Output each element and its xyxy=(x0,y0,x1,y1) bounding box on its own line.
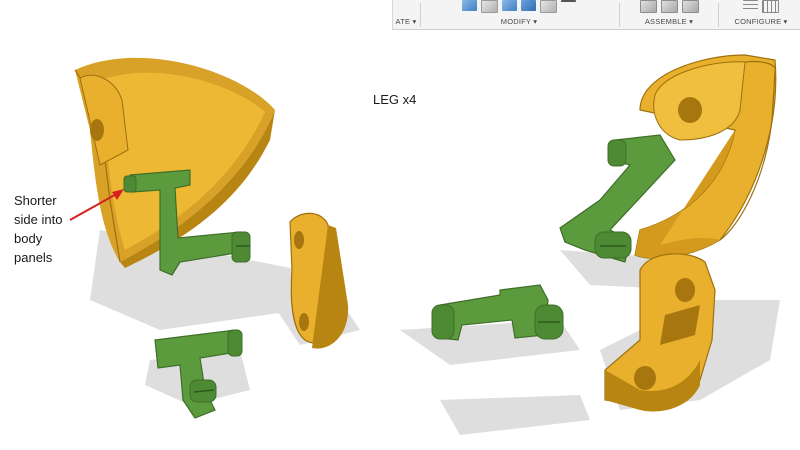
separator xyxy=(619,3,620,27)
create-menu-label[interactable]: ATE ▾ xyxy=(393,17,419,26)
new-component-icon[interactable] xyxy=(639,0,657,13)
callout-line: Shorter xyxy=(14,193,57,208)
leg-count-label: LEG x4 xyxy=(373,92,417,107)
leg-link-center xyxy=(289,212,349,349)
assemble-group[interactable]: ASSEMBLE ▾ xyxy=(623,0,715,30)
press-pull-icon[interactable] xyxy=(462,0,477,11)
callout-text: Shorter side into body panels xyxy=(14,191,62,267)
move-icon[interactable] xyxy=(561,0,576,13)
modify-menu-label[interactable]: MODIFY ▾ xyxy=(423,17,615,26)
modify-group[interactable]: MODIFY ▾ xyxy=(423,0,615,30)
fillet-icon[interactable] xyxy=(481,0,498,13)
configure-group[interactable]: CONFIGURE ▾ xyxy=(721,0,800,30)
as-built-joint-icon[interactable] xyxy=(681,0,699,13)
separator xyxy=(420,3,421,27)
callout-line: panels xyxy=(14,250,53,265)
create-group[interactable]: ATE ▾ xyxy=(393,0,419,30)
assemble-menu-label[interactable]: ASSEMBLE ▾ xyxy=(623,17,715,26)
ribbon-toolbar: ATE ▾ MODIFY ▾ ASSEMBLE ▾ CONFIGURE ▾ xyxy=(392,0,800,30)
callout-line: side into xyxy=(14,212,63,227)
separator xyxy=(718,3,719,27)
viewport-canvas[interactable] xyxy=(0,0,800,450)
combine-icon[interactable] xyxy=(540,0,557,13)
chamfer-icon[interactable] xyxy=(502,0,517,11)
joint-icon[interactable] xyxy=(660,0,678,13)
shell-icon[interactable] xyxy=(521,0,536,11)
configuration-table-icon[interactable] xyxy=(762,0,779,13)
configure-menu-label[interactable]: CONFIGURE ▾ xyxy=(721,17,800,26)
callout-line: body xyxy=(14,231,43,246)
parameters-icon[interactable] xyxy=(743,0,758,11)
